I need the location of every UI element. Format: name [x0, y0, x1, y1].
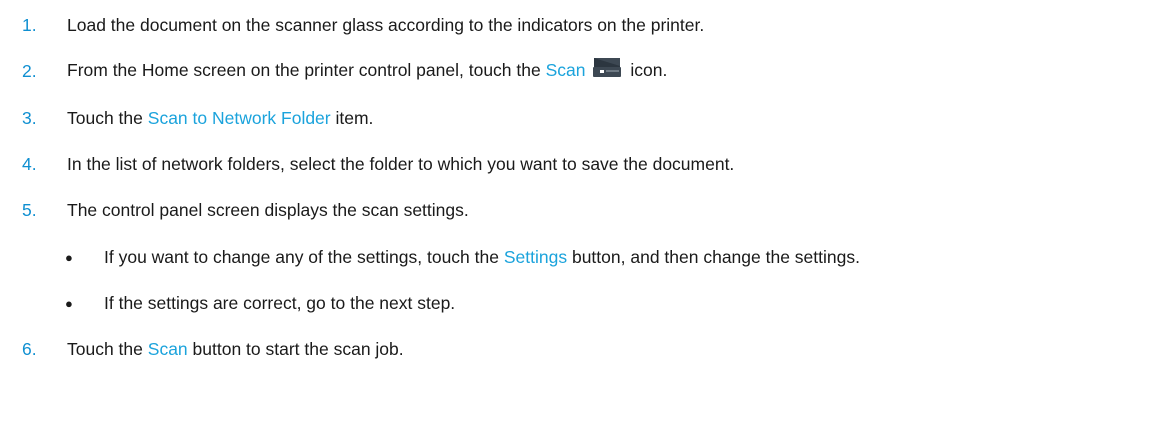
step-text: Load the document on the scanner glass a… [67, 14, 705, 35]
step-number: 4. [22, 153, 37, 174]
step-text-pre: From the Home screen on the printer cont… [67, 59, 541, 80]
substep-text: If the settings are correct, go to the n… [104, 292, 456, 313]
step-text-post: button to start the scan job. [192, 338, 404, 359]
substep-text: If you want to change any of the setting… [104, 247, 860, 268]
step-number: 5. [22, 199, 37, 220]
step-number: 1. [22, 14, 37, 35]
step-number: 6. [22, 338, 37, 359]
scan-link[interactable]: Scan [546, 60, 586, 80]
scan-icon [592, 56, 622, 83]
step-text: From the Home screen on the printer cont… [67, 57, 668, 83]
scan-to-network-folder-link[interactable]: Scan to Network Folder [148, 108, 331, 128]
scan-button-link[interactable]: Scan [148, 339, 188, 359]
bullet-icon: ● [65, 295, 73, 311]
bullet-icon: ● [65, 249, 73, 265]
settings-link[interactable]: Settings [504, 247, 567, 267]
step-text-post: item. [335, 107, 374, 128]
step-number: 2. [22, 60, 37, 81]
step-text: Touch the Scan button to start the scan … [67, 339, 404, 360]
step-text: In the list of network folders, select t… [67, 153, 735, 174]
step-text-pre: Touch the [67, 338, 143, 359]
step-text-post: icon. [630, 59, 668, 80]
step-text-pre: Touch the [67, 107, 143, 128]
substep-text-post: button, and then change the settings. [571, 246, 860, 267]
step-text: Touch the Scan to Network Folder item. [67, 108, 373, 129]
step-text: The control panel screen displays the sc… [67, 199, 469, 220]
substep-text-pre: If you want to change any of the setting… [104, 246, 499, 267]
step-number: 3. [22, 107, 37, 128]
